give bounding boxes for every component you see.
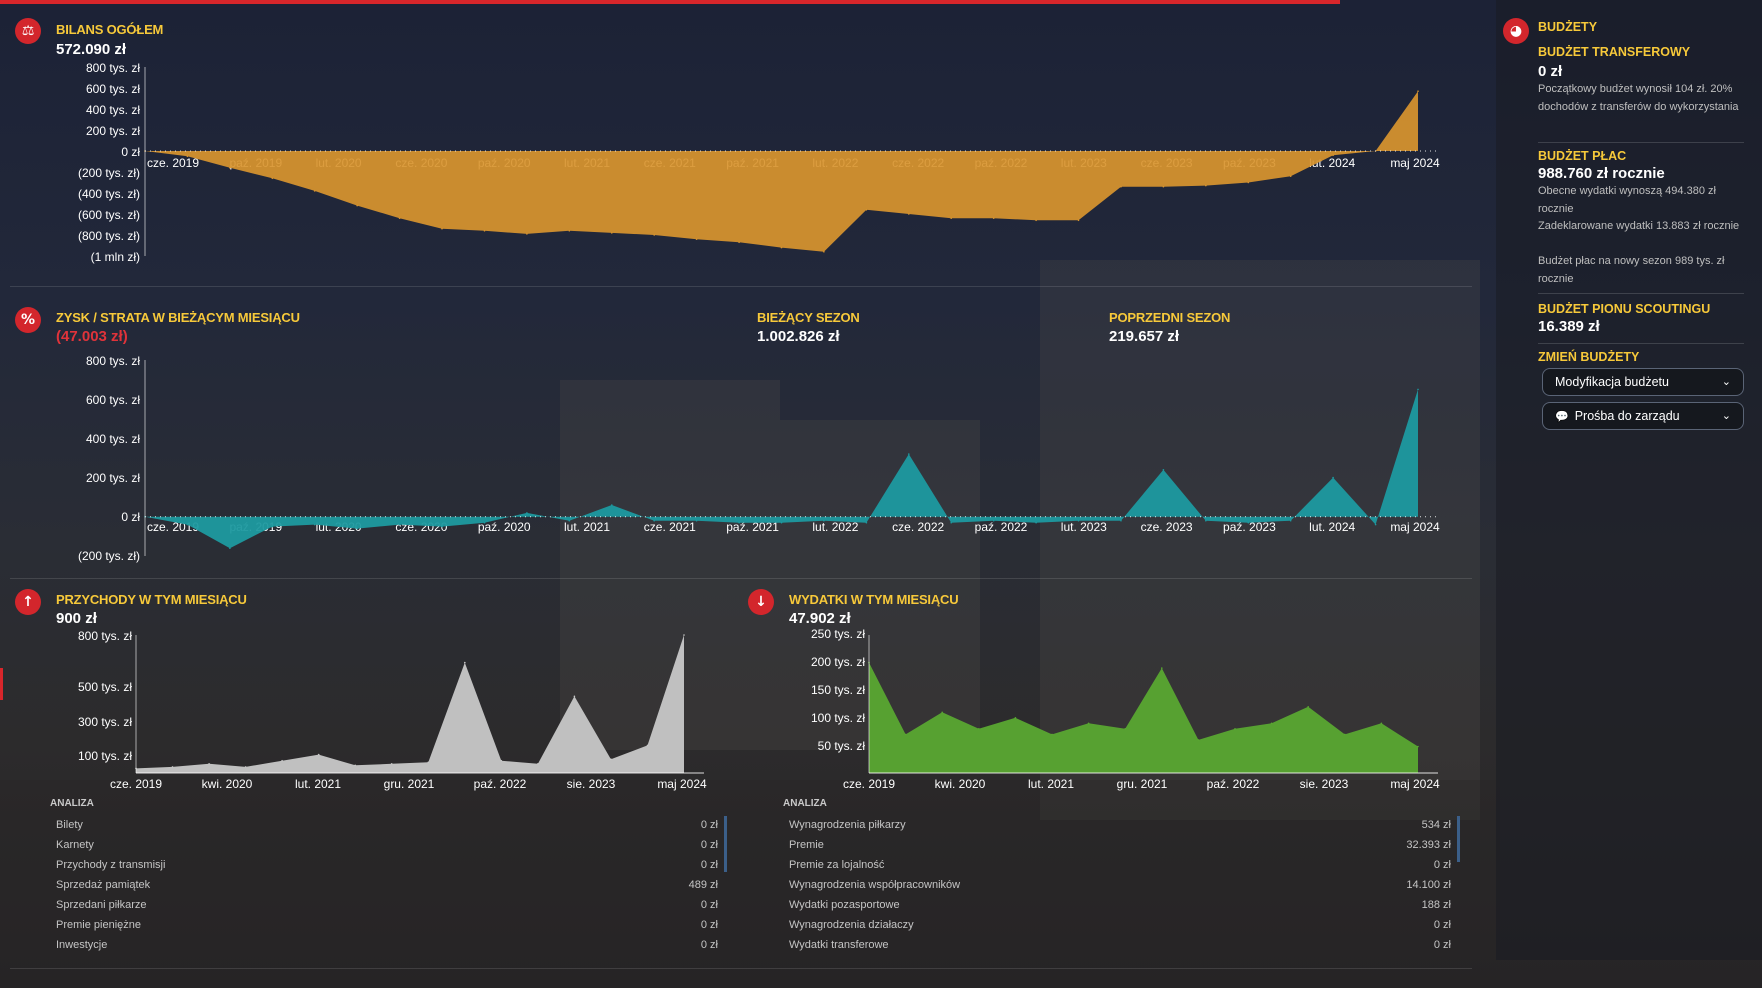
board-request-label: Prośba do zarządu xyxy=(1574,409,1680,423)
data-point xyxy=(1380,722,1383,725)
wage-budget-value: 988.760 zł rocznie xyxy=(1538,165,1665,182)
divider xyxy=(1538,293,1744,294)
chevron-down-icon: ⌄ xyxy=(1721,375,1731,388)
analysis-row: Wynagrodzenia współpracowników 14.100 zł xyxy=(783,875,1451,895)
data-point xyxy=(1417,745,1419,748)
data-point xyxy=(978,728,980,730)
analysis-row-value: 534 zł xyxy=(1421,819,1451,831)
divider xyxy=(1538,142,1744,143)
data-point xyxy=(1124,728,1126,730)
wage-budget-line: Budżet płac na nowy sezon 989 tys. zł ro… xyxy=(1538,255,1725,285)
analysis-row-value: 0 zł xyxy=(1433,919,1451,931)
analysis-row-label: Premie xyxy=(789,839,824,851)
transfer-budget-title: BUDŻET TRANSFEROWY xyxy=(1538,45,1691,59)
analysis-row-value: 0 zł xyxy=(1433,859,1451,871)
data-point xyxy=(1197,739,1200,741)
analysis-row-value: 0 zł xyxy=(1433,939,1451,951)
data-point xyxy=(1307,706,1309,708)
data-point xyxy=(1014,717,1017,719)
analysis-row-label: Wydatki transferowe xyxy=(789,939,889,951)
modify-budget-dropdown[interactable]: Modyfikacja budżetu ⌄ xyxy=(1542,368,1744,396)
analysis-row-label: Wynagrodzenia współpracowników xyxy=(789,879,961,891)
analysis-row: Premie 32.393 zł xyxy=(783,835,1451,855)
budgets-title: BUDŻETY xyxy=(1538,20,1598,34)
wage-budget-title: BUDŻET PŁAC xyxy=(1538,149,1627,163)
transfer-budget-text: Początkowy budżet wynosił 104 zł. 20% do… xyxy=(1538,83,1739,113)
board-request-dropdown[interactable]: 💬 Prośba do zarządu ⌄ xyxy=(1542,402,1744,430)
scouting-budget-value: 16.389 zł xyxy=(1538,318,1600,335)
transfer-budget-value: 0 zł xyxy=(1538,63,1563,80)
chevron-down-icon: ⌄ xyxy=(1721,409,1731,422)
expenses-analysis-scrollbar[interactable] xyxy=(1457,816,1460,862)
analysis-row-label: Wynagrodzenia piłkarzy xyxy=(789,819,906,831)
analysis-row-value: 188 zł xyxy=(1421,899,1451,911)
wage-budget-line: Obecne wydatki wynoszą 494.380 zł roczni… xyxy=(1538,185,1716,215)
data-point xyxy=(941,711,943,714)
analysis-row: Wynagrodzenia działaczy 0 zł xyxy=(783,915,1451,935)
analysis-row: Wydatki pozasportowe 188 zł xyxy=(783,895,1451,915)
analysis-row-label: Premie za lojalność xyxy=(789,859,885,871)
expenses-analysis: ANALIZA Wynagrodzenia piłkarzy 534 zł Prem… xyxy=(783,798,1451,955)
data-point xyxy=(904,733,907,736)
analysis-row-value: 14.100 zł xyxy=(1406,879,1451,891)
speech-bubble-icon: 💬 xyxy=(1555,409,1569,423)
divider xyxy=(10,968,1472,969)
modify-budget-label: Modyfikacja budżetu xyxy=(1555,375,1669,389)
data-point xyxy=(1344,733,1346,736)
analysis-row-label: Wydatki pozasportowe xyxy=(789,899,900,911)
data-point xyxy=(1051,733,1053,736)
analysis-row-label: Wynagrodzenia działaczy xyxy=(789,919,914,931)
data-point xyxy=(1087,722,1090,725)
scouting-budget-title: BUDŻET PIONU SCOUTINGU xyxy=(1538,302,1711,316)
analysis-row-value: 32.393 zł xyxy=(1406,839,1451,851)
piggy-bank-icon: ◕ xyxy=(1503,18,1529,44)
budgets-panel xyxy=(1496,0,1762,960)
data-point xyxy=(1161,667,1163,669)
analysis-row: Premie za lojalność 0 zł xyxy=(783,855,1451,875)
analysis-row: Wydatki transferowe 0 zł xyxy=(783,935,1451,955)
divider xyxy=(1538,343,1744,344)
wage-budget-line: Zadeklarowane wydatki 13.883 zł rocznie xyxy=(1538,220,1740,232)
data-point xyxy=(1234,728,1236,730)
expenses-analysis-title: ANALIZA xyxy=(783,798,827,809)
series-area xyxy=(869,662,1418,773)
change-budgets-title: ZMIEŃ BUDŻETY xyxy=(1538,350,1640,364)
analysis-row: Wynagrodzenia piłkarzy 534 zł xyxy=(783,815,1451,835)
data-point xyxy=(1270,722,1273,725)
